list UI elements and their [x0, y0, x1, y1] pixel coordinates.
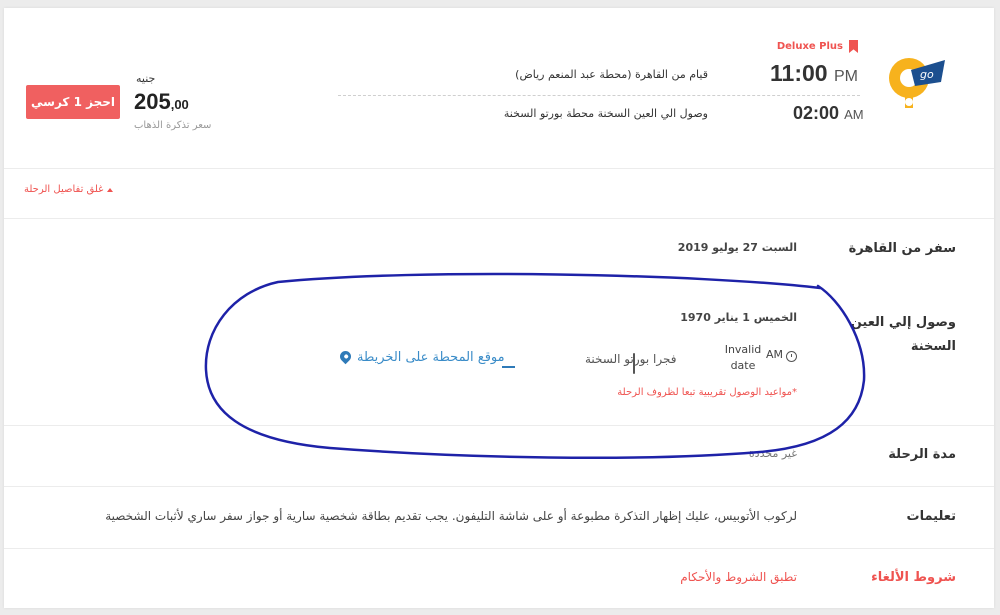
- map-link-label: موقع المحطة على الخريطة: [357, 350, 505, 365]
- company-logo: go: [889, 58, 945, 108]
- duration-label: مدة الرحلة: [888, 447, 956, 462]
- divider: [4, 548, 994, 549]
- arrival-invalid-date: Invalid date: [724, 343, 762, 372]
- departure-date: السبت 27 يوليو 2019: [677, 241, 797, 254]
- close-details-link[interactable]: غلق تفاصيل الرحلة: [24, 184, 114, 195]
- cancel-policy-label: شروط الألغاء: [871, 570, 956, 585]
- currency-label: جنيه: [136, 72, 156, 85]
- map-pin-icon: [337, 348, 354, 364]
- ticket-price: 205,00: [134, 89, 189, 115]
- svg-text:go: go: [920, 68, 934, 81]
- price-note: سعر تذكرة الذهاب: [134, 120, 212, 131]
- bookmark-icon: [849, 40, 858, 53]
- instructions-text: لركوب الأتوبيس، عليك إظهار التذكرة مطبوع…: [105, 509, 797, 523]
- class-badge: Deluxe Plus: [777, 40, 858, 53]
- departure-time-value: 11:00: [770, 60, 828, 86]
- clock-icon: [786, 351, 797, 362]
- terms-link[interactable]: تطبق الشروط والأحكام: [680, 570, 797, 584]
- divider: [4, 168, 994, 169]
- arrival-note: *مواعيد الوصول تقريبية تبعا لظروف الرحلة: [617, 387, 797, 398]
- instructions-label: تعليمات: [906, 509, 957, 524]
- departure-route: قيام من القاهرة (محطة عبد المنعم رياض): [515, 68, 708, 81]
- arrival-label: وصول إلي العين السخنة: [850, 315, 956, 354]
- arrival-date: الخميس 1 يناير 1970: [680, 311, 797, 324]
- map-pin-base: [502, 366, 515, 368]
- station-name: فجرا بورتو السخنة: [585, 352, 677, 366]
- divider: [4, 425, 994, 426]
- arrival-time-row: Invalid date AM: [723, 342, 797, 374]
- price-whole: 205: [134, 89, 171, 114]
- bus-icon: [633, 353, 635, 374]
- arrival-time: 02:00 AM: [793, 103, 864, 124]
- book-seat-button[interactable]: احجز 1 كرسي: [26, 85, 120, 119]
- arrival-time-value: 02:00: [793, 103, 840, 123]
- route-divider: [338, 95, 860, 96]
- divider: [4, 486, 994, 487]
- station-map-link[interactable]: موقع المحطة على الخريطة: [337, 348, 505, 365]
- departure-ampm: PM: [833, 68, 858, 85]
- arrival-station: فجرا بورتو السخنة: [585, 352, 676, 366]
- price-decimal: ,00: [170, 97, 189, 112]
- arrival-row-ampm: AM: [765, 348, 783, 361]
- departure-time: 11:00 PM: [770, 60, 858, 87]
- arrival-ampm: AM: [844, 107, 864, 122]
- departure-label: سفر من القاهرة: [848, 241, 956, 256]
- caret-up-icon: [107, 187, 114, 192]
- divider: [4, 218, 994, 219]
- class-label: Deluxe Plus: [776, 41, 843, 52]
- duration-value: غير محددة: [748, 447, 797, 460]
- arrival-route: وصول الي العين السخنة محطة بورتو السخنة: [503, 107, 708, 120]
- close-details-label: غلق تفاصيل الرحلة: [24, 184, 104, 195]
